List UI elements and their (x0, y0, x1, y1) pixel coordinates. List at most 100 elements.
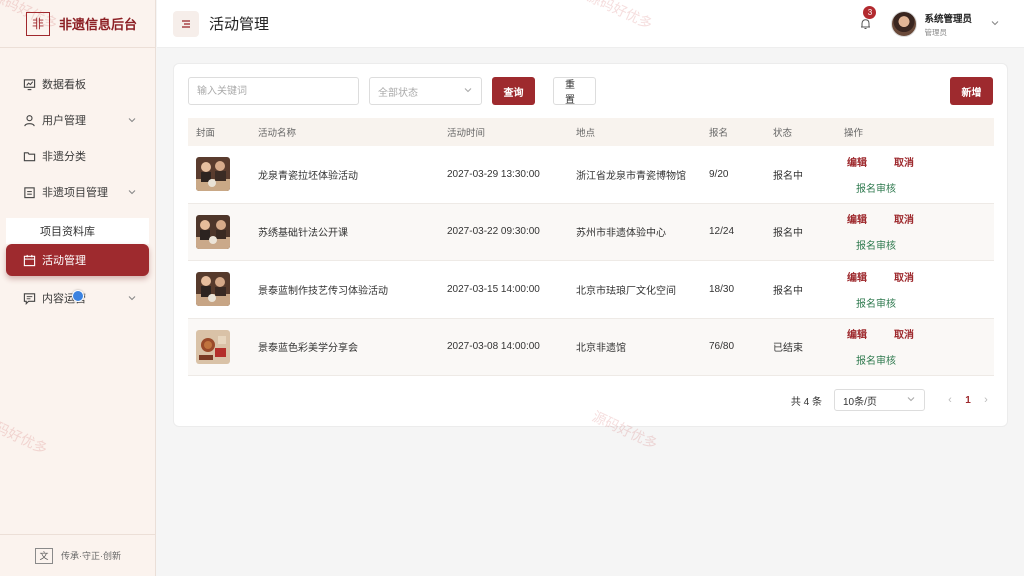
filter-toolbar: 全部状态 查询 重置 新增 (188, 77, 993, 106)
cover-image[interactable] (196, 157, 230, 192)
user-role: 管理员 (924, 27, 947, 37)
sidebar-item-dashboard[interactable]: 数据看板 (0, 66, 155, 102)
submenu: 项目资料库 (6, 218, 149, 244)
sidebar-item-label: 非遗项目管理 (42, 187, 108, 199)
sidebar-item-label: 用户管理 (42, 115, 86, 127)
keyword-input[interactable] (188, 77, 359, 105)
edit-link[interactable]: 编辑 (847, 154, 867, 169)
table-row: 苏绣基础针法公开课 2027-03-22 09:30:00 苏州市非遗体验中心 … (188, 203, 994, 261)
table-row: 景泰蓝色彩美学分享会 2027-03-08 14:00:00 北京非遗馆 76/… (188, 318, 994, 376)
page-size-value: 10条/页 (843, 396, 877, 408)
table-row: 景泰蓝制作技艺传习体验活动 2027-03-15 14:00:00 北京市珐琅厂… (188, 261, 994, 319)
activity-location: 浙江省龙泉市青瓷博物馆 (576, 170, 686, 182)
user-name: 系统管理员 (924, 13, 972, 25)
activity-time: 2027-03-29 13:30:00 (447, 168, 540, 180)
cover-image[interactable] (196, 272, 230, 307)
chevron-down-icon (127, 115, 137, 125)
sidebar-item-label: 数据看板 (42, 79, 86, 91)
cancel-link[interactable]: 取消 (894, 326, 914, 341)
add-activity-button[interactable]: 新增 (950, 77, 993, 105)
column-header: 报名 (709, 128, 729, 139)
footer-slogan: 传承·守正·创新 (61, 551, 121, 561)
cursor-indicator (72, 290, 84, 302)
sidebar-subitem-library[interactable]: 项目资料库 (6, 218, 149, 244)
user-icon (22, 113, 36, 127)
sidebar-item-content[interactable]: 内容运营 (0, 280, 155, 316)
review-signup-link[interactable]: 报名审核 (856, 352, 896, 367)
status-text: 已结束 (773, 343, 803, 355)
menu-icon (182, 19, 190, 28)
review-signup-link[interactable]: 报名审核 (856, 295, 896, 310)
message-icon (22, 291, 36, 305)
activity-time: 2027-03-08 14:00:00 (447, 341, 540, 353)
activity-name: 景泰蓝色彩美学分享会 (258, 343, 358, 355)
sidebar-item-users[interactable]: 用户管理 (0, 102, 155, 138)
activity-table: 封面 活动名称 活动时间 地点 报名 状态 操作 龙泉青瓷拉坯体验活动 2027… (188, 118, 994, 376)
column-header: 活动时间 (447, 128, 486, 139)
cover-image[interactable] (196, 329, 230, 364)
page-number-current[interactable]: 1 (957, 395, 979, 406)
page-size-select[interactable]: 10条/页 (834, 389, 925, 411)
pagination: 共 4 条 10条/页 ‹ 1 › (791, 389, 993, 411)
avatar[interactable] (891, 11, 918, 37)
clipboard-icon (22, 185, 36, 199)
reset-button[interactable]: 重置 (553, 77, 596, 106)
sidebar-item-categories[interactable]: 非遗分类 (0, 138, 155, 174)
column-header: 地点 (576, 128, 596, 139)
status-text: 报名中 (773, 170, 803, 182)
sidebar-item-activities[interactable]: 活动管理 (6, 244, 149, 276)
menu-toggle-button[interactable] (173, 10, 199, 37)
activity-card: 全部状态 查询 重置 新增 封面 活动名称 活动时间 地点 报名 状态 操作 龙… (173, 63, 1008, 427)
notification-badge: 3 (863, 6, 877, 19)
sidebar-item-label: 内容运营 (42, 293, 86, 305)
chevron-down-icon[interactable] (990, 18, 1000, 31)
review-signup-link[interactable]: 报名审核 (856, 237, 896, 252)
cancel-link[interactable]: 取消 (894, 154, 914, 169)
header-right: 3 系统管理员 管理员 (857, 0, 1000, 48)
column-header: 操作 (844, 128, 864, 139)
sidebar-item-label: 非遗分类 (42, 151, 86, 163)
cancel-link[interactable]: 取消 (894, 269, 914, 284)
chevron-down-icon (127, 293, 137, 303)
sidebar-nav: 数据看板 用户管理 非遗分类 非遗项目管理 项目资料库 活动管理 内容运营 (0, 48, 155, 316)
column-header: 封面 (196, 128, 216, 139)
brand-title: 非遗信息后台 (59, 18, 138, 33)
activity-name: 景泰蓝制作技艺传习体验活动 (258, 285, 388, 297)
prev-page-icon[interactable]: ‹ (943, 394, 957, 406)
next-page-icon[interactable]: › (979, 394, 993, 406)
column-header: 状态 (773, 128, 793, 139)
search-button[interactable]: 查询 (492, 77, 535, 105)
brand-logo: 非 (26, 11, 50, 36)
cover-image[interactable] (196, 214, 230, 249)
sidebar: 非 非遗信息后台 数据看板 用户管理 非遗分类 非遗项目管理 项目资料库 活动管… (0, 0, 156, 576)
brand[interactable]: 非 非遗信息后台 (0, 0, 155, 48)
activity-name: 龙泉青瓷拉坯体验活动 (258, 170, 358, 182)
status-text: 报名中 (773, 285, 803, 297)
signup-count: 12/24 (709, 226, 735, 238)
edit-link[interactable]: 编辑 (847, 211, 867, 226)
dashboard-icon (22, 77, 36, 91)
edit-link[interactable]: 编辑 (847, 269, 867, 284)
activity-location: 北京非遗馆 (576, 343, 626, 355)
table-row: 龙泉青瓷拉坯体验活动 2027-03-29 13:30:00 浙江省龙泉市青瓷博… (188, 146, 994, 204)
table-header: 封面 活动名称 活动时间 地点 报名 状态 操作 (188, 118, 994, 146)
chevron-down-icon (127, 187, 137, 197)
activity-time: 2027-03-15 14:00:00 (447, 283, 540, 295)
review-signup-link[interactable]: 报名审核 (856, 180, 896, 195)
activity-time: 2027-03-22 09:30:00 (447, 226, 540, 238)
cancel-link[interactable]: 取消 (894, 211, 914, 226)
sidebar-item-projects[interactable]: 非遗项目管理 (0, 174, 155, 210)
chevron-down-icon (906, 394, 916, 407)
user-info[interactable]: 系统管理员 管理员 (924, 11, 972, 38)
chevron-down-icon (463, 85, 473, 98)
activity-location: 北京市珐琅厂文化空间 (576, 285, 676, 297)
activity-location: 苏州市非遗体验中心 (576, 228, 666, 240)
bell-icon (860, 19, 870, 29)
sidebar-footer: 文 传承·守正·创新 (0, 534, 156, 576)
page-title: 活动管理 (209, 15, 270, 33)
notification-button[interactable]: 3 (857, 6, 877, 32)
signup-count: 76/80 (709, 341, 735, 353)
edit-link[interactable]: 编辑 (847, 326, 867, 341)
status-select[interactable]: 全部状态 (369, 77, 482, 105)
pagination-total: 共 4 条 (790, 396, 822, 408)
